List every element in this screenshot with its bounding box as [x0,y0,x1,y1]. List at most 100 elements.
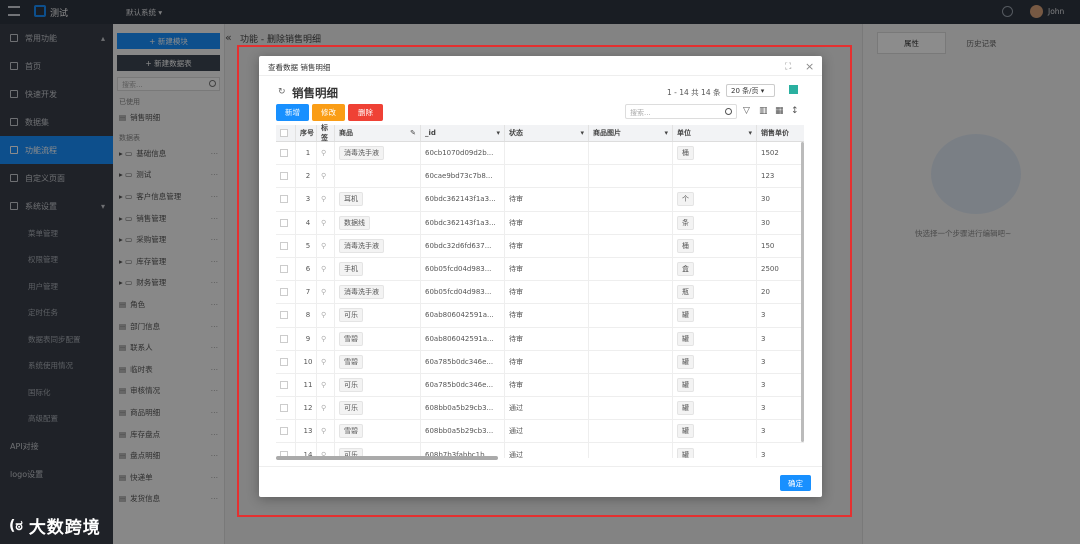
checkbox[interactable] [280,149,288,158]
filter-icon[interactable]: ▽ [743,106,750,116]
cell-tag[interactable]: ⚲ [317,211,335,234]
cell-tag[interactable]: ⚲ [317,420,335,443]
cell-tag[interactable]: ⚲ [317,350,335,373]
cell-status: 通过 [505,420,589,443]
row-checkbox-cell[interactable] [276,211,296,234]
cell-tag[interactable]: ⚲ [317,257,335,281]
tag-icon[interactable]: ⚲ [321,427,326,435]
checkbox[interactable] [280,195,288,204]
chart-icon[interactable]: ▥ [759,106,768,116]
checkbox[interactable] [280,380,288,389]
search-icon[interactable] [725,108,732,115]
checkbox[interactable] [280,311,288,320]
table-row[interactable]: 13 ⚲ 雪碧 608bb0a5b29cb3... 通过 罐 3 [276,420,804,444]
row-checkbox-cell[interactable] [276,234,296,257]
table-row[interactable]: 12 ⚲ 可乐 608bb0a5b29cb3... 通过 罐 3 [276,397,804,421]
tag-icon[interactable]: ⚲ [321,288,326,296]
table-row[interactable]: 2 ⚲ 60cae9bd73c7b8... 123 [276,165,804,189]
add-button[interactable]: 新增 [276,104,309,121]
table-row[interactable]: 8 ⚲ 可乐 60ab806042591a... 待审 罐 3 [276,304,804,328]
tag-icon[interactable]: ⚲ [321,149,326,157]
data-view-modal: 查看数据 销售明细 ⛶ × ↻ 销售明细 1 - 14 共 14 条 20 条/… [259,56,822,497]
cell-tag[interactable]: ⚲ [317,327,335,350]
layout-icon[interactable] [789,85,798,94]
row-checkbox-cell[interactable] [276,142,296,165]
checkbox[interactable] [280,404,288,413]
dropdown-icon[interactable]: ▾ [496,129,500,137]
row-checkbox-cell[interactable] [276,257,296,281]
tag-icon[interactable]: ⚲ [321,311,326,319]
cell-tag[interactable]: ⚲ [317,234,335,257]
col-header[interactable]: 商品图片 ▾ [589,125,673,141]
cell-tag[interactable]: ⚲ [317,188,335,211]
cell-unit: 桶 [673,234,757,257]
table-row[interactable]: 9 ⚲ 雪碧 60ab806042591a... 待审 罐 3 [276,327,804,351]
table-row[interactable]: 11 ⚲ 可乐 60a785b0dc346e... 待审 罐 3 [276,373,804,398]
horizontal-scrollbar[interactable] [276,456,498,460]
vertical-scrollbar[interactable] [801,142,804,442]
tag-icon[interactable]: ⚲ [321,195,326,203]
tag-icon[interactable]: ⚲ [321,358,326,366]
table-search[interactable]: 搜索... [625,104,737,119]
table-row[interactable]: 3 ⚲ 耳机 60bdc362143f1a3... 待审 个 30 [276,188,804,212]
tag-icon[interactable]: ⚲ [321,242,326,250]
dropdown-icon[interactable]: ▾ [748,129,752,137]
cell-tag[interactable]: ⚲ [317,304,335,327]
cell-price: 123 [761,172,775,181]
col-header[interactable]: 单位 ▾ [673,125,757,141]
tag-icon[interactable]: ⚲ [321,219,326,227]
unit-tag: 罐 [677,308,694,323]
row-checkbox-cell[interactable] [276,397,296,420]
checkbox[interactable] [280,241,288,250]
checkbox[interactable] [280,288,288,297]
checkbox[interactable] [280,172,288,181]
fullscreen-icon[interactable]: ⛶ [785,62,791,72]
cell-no: 7 [296,281,317,304]
row-checkbox-cell[interactable] [276,420,296,443]
cell-tag[interactable]: ⚲ [317,397,335,420]
tag-icon[interactable]: ⚲ [321,335,326,343]
checkbox[interactable] [280,129,288,137]
sort-icon[interactable]: ↕ [791,106,799,116]
pin-icon[interactable]: ✎ [410,129,416,137]
table-row[interactable]: 4 ⚲ 数据线 60bdc362143f1a3... 待审 条 30 [276,211,804,235]
table-row[interactable]: 5 ⚲ 消毒洗手液 60bdc32d6fd637... 待审 桶 150 [276,234,804,258]
dropdown-icon[interactable]: ▾ [580,129,584,137]
header-checkbox[interactable] [276,125,296,141]
delete-button[interactable]: 删除 [348,104,383,121]
row-checkbox-cell[interactable] [276,373,296,397]
table-row[interactable]: 1 ⚲ 消毒洗手液 60cb1070d09d2b... 桶 1502 [276,142,804,166]
col-header[interactable]: 状态 ▾ [505,125,589,141]
cell-tag[interactable]: ⚲ [317,165,335,188]
cell-tag[interactable]: ⚲ [317,142,335,165]
cell-tag[interactable]: ⚲ [317,373,335,397]
row-checkbox-cell[interactable] [276,350,296,373]
tag-icon[interactable]: ⚲ [321,172,326,180]
checkbox[interactable] [280,427,288,436]
col-header[interactable]: _id ▾ [421,125,505,141]
table-row[interactable]: 10 ⚲ 雪碧 60a785b0dc346e... 待审 罐 3 [276,350,804,374]
row-checkbox-cell[interactable] [276,327,296,350]
close-icon[interactable]: × [805,60,814,73]
tag-icon[interactable]: ⚲ [321,381,326,389]
table-row[interactable]: 6 ⚲ 手机 60b05fcd04d983... 待审 盒 2500 [276,257,804,282]
checkbox[interactable] [280,265,288,274]
dropdown-icon[interactable]: ▾ [664,129,668,137]
checkbox[interactable] [280,357,288,366]
confirm-button[interactable]: 确定 [780,475,811,491]
checkbox[interactable] [280,334,288,343]
table-row[interactable]: 7 ⚲ 消毒洗手液 60b05fcd04d983... 待审 瓶 20 [276,281,804,305]
cell-tag[interactable]: ⚲ [317,281,335,304]
refresh-icon[interactable]: ↻ [278,87,286,97]
row-checkbox-cell[interactable] [276,281,296,304]
tag-icon[interactable]: ⚲ [321,404,326,412]
checkbox[interactable] [280,218,288,227]
row-checkbox-cell[interactable] [276,304,296,327]
tag-icon[interactable]: ⚲ [321,265,326,273]
table-settings-icon[interactable]: ▦ [775,106,784,116]
row-checkbox-cell[interactable] [276,188,296,211]
col-header[interactable]: 商品 ✎ [335,125,421,141]
page-size-select[interactable]: 20 条/页 ▾ [726,84,775,97]
row-checkbox-cell[interactable] [276,165,296,188]
edit-button[interactable]: 修改 [312,104,345,121]
